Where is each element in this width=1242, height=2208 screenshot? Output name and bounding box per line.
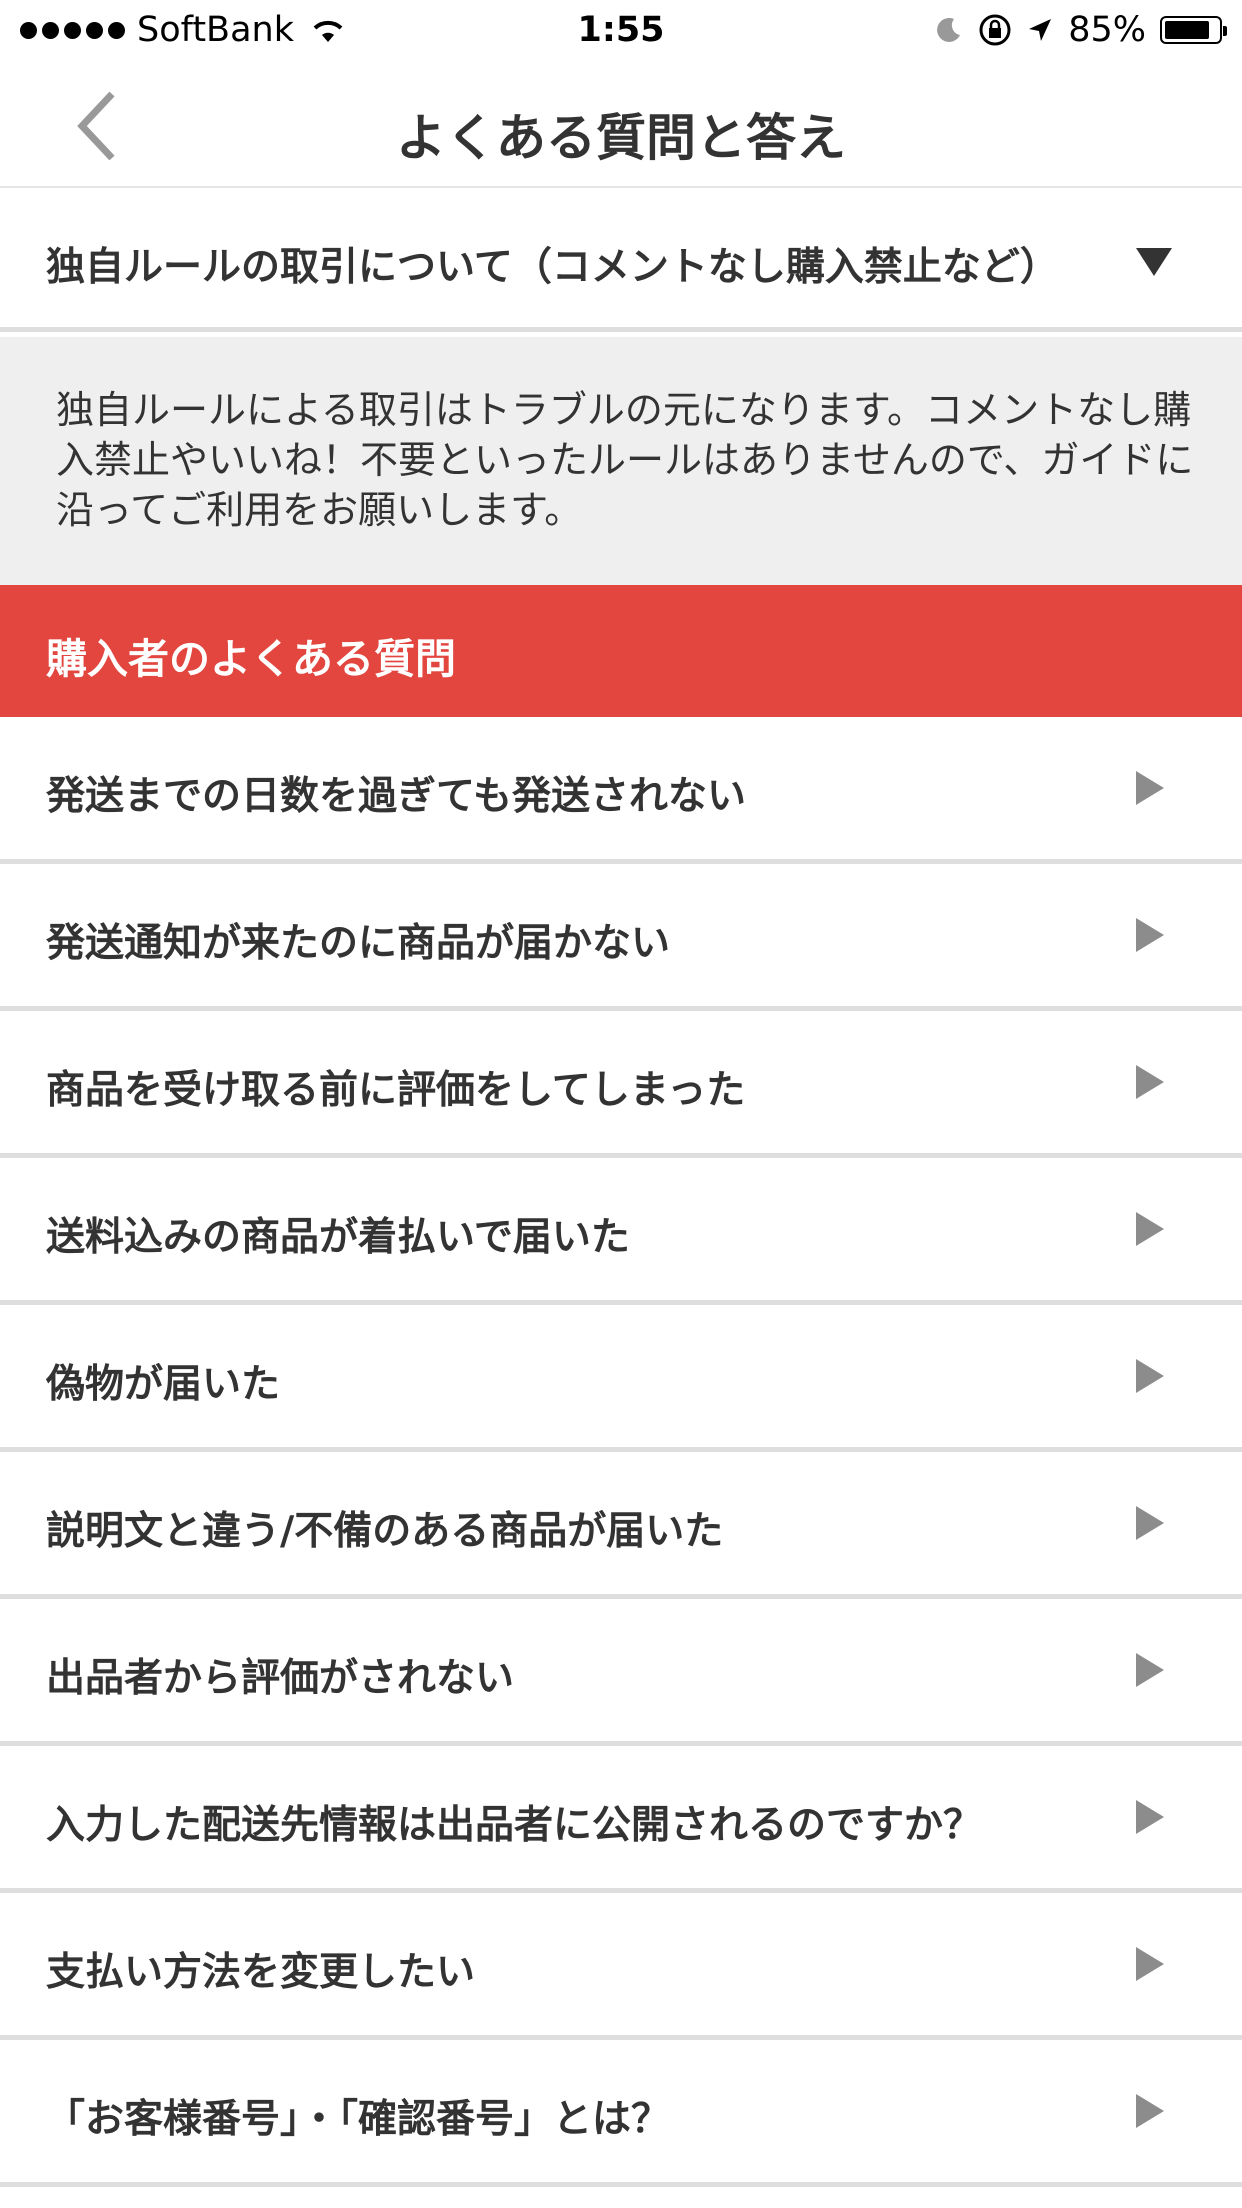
faq-label: 出品者から評価がされない <box>46 1656 515 1701</box>
faq-item[interactable]: 発送までの日数を過ぎても発送されない <box>0 717 1242 864</box>
faq-label: 偽物が届いた <box>46 1362 281 1407</box>
faq-item[interactable]: 説明文と違う/不備のある商品が届いた <box>0 1452 1242 1599</box>
faq-item[interactable]: 「お客様番号」・「確認番号」とは？ <box>0 2040 1242 2187</box>
battery-percent: 85% <box>1068 10 1146 50</box>
status-right: 85% <box>934 10 1227 50</box>
expanded-faq-header[interactable]: 独自ルールの取引について（コメントなし購入禁止など） <box>0 190 1242 332</box>
faq-label: 発送通知が来たのに商品が届かない <box>46 921 671 966</box>
triangle-right-icon <box>1136 1947 1164 1981</box>
faq-item[interactable]: 偽物が届いた <box>0 1305 1242 1452</box>
triangle-right-icon <box>1136 1506 1164 1540</box>
triangle-right-icon <box>1136 1065 1164 1099</box>
moon-icon <box>937 17 961 42</box>
page-title: よくある質問と答え <box>396 109 846 167</box>
expanded-faq-title: 独自ルールの取引について（コメントなし購入禁止など） <box>46 245 1059 290</box>
triangle-right-icon <box>1136 918 1164 952</box>
faq-label: 入力した配送先情報は出品者に公開されるのですか？ <box>46 1803 983 1848</box>
faq-label: 発送までの日数を過ぎても発送されない <box>46 774 747 819</box>
orientation-lock-icon <box>979 14 1011 46</box>
answer-text: 独自ルールによる取引はトラブルの元になります。コメントなし購入禁止やいいね！不要… <box>56 388 1194 532</box>
nav-bar: よくある質問と答え <box>0 64 1242 188</box>
triangle-right-icon <box>1136 1212 1164 1246</box>
triangle-right-icon <box>1136 771 1164 805</box>
faq-item[interactable]: 送料込みの商品が着払いで届いた <box>0 1158 1242 1305</box>
triangle-right-icon <box>1136 1800 1164 1834</box>
location-arrow-icon <box>1029 19 1052 41</box>
status-bar: SoftBank 1:55 85% <box>0 0 1242 64</box>
triangle-right-icon <box>1136 1359 1164 1393</box>
faq-item[interactable]: 発送通知が来たのに商品が届かない <box>0 864 1242 1011</box>
faq-list: 発送までの日数を過ぎても発送されない 発送通知が来たのに商品が届かない 商品を受… <box>0 717 1242 2187</box>
faq-label: 送料込みの商品が着払いで届いた <box>46 1215 630 1260</box>
faq-item[interactable]: 出品者から評価がされない <box>0 1599 1242 1746</box>
faq-item[interactable]: 支払い方法を変更したい <box>0 1893 1242 2040</box>
triangle-down-icon <box>1136 248 1172 276</box>
faq-label: 商品を受け取る前に評価をしてしまった <box>46 1068 746 1113</box>
faq-item[interactable]: 商品を受け取る前に評価をしてしまった <box>0 1011 1242 1158</box>
triangle-right-icon <box>1136 2094 1164 2128</box>
expanded-faq-answer: 独自ルールによる取引はトラブルの元になります。コメントなし購入禁止やいいね！不要… <box>0 337 1242 585</box>
section-header: 購入者のよくある質問 <box>0 585 1242 717</box>
battery-icon <box>1160 16 1227 44</box>
faq-label: 支払い方法を変更したい <box>46 1950 476 1995</box>
triangle-right-icon <box>1136 1653 1164 1687</box>
faq-label: 説明文と違う/不備のある商品が届いた <box>46 1509 724 1554</box>
battery-fill <box>1165 21 1209 39</box>
faq-item[interactable]: 入力した配送先情報は出品者に公開されるのですか？ <box>0 1746 1242 1893</box>
faq-label: 「お客様番号」・「確認番号」とは？ <box>46 2097 671 2142</box>
section-title: 購入者のよくある質問 <box>46 635 456 683</box>
